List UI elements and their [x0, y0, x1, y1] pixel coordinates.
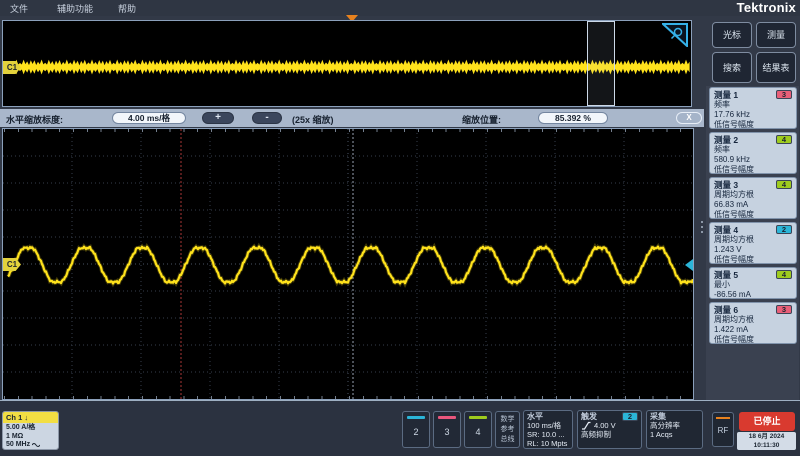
bottom-bar: Ch 1 ↓ 5.00 A/格 1 MΩ 50 MHz 2 3 4 数学 参考 … — [0, 400, 800, 456]
menu-file[interactable]: 文件 — [10, 2, 28, 15]
record-length: RL: 10 Mpts — [527, 439, 569, 448]
time: 10:11:30 — [737, 442, 796, 451]
zoom-bar: 水平缩放标度: 4.00 ms/格 + - (25x 缩放) 缩放位置: 85.… — [0, 109, 704, 127]
graticule-and-waveform — [3, 129, 693, 399]
source-badge: 4 — [776, 270, 792, 279]
measure-button[interactable]: 测量 — [756, 22, 796, 48]
channel2-button[interactable]: 2 — [402, 411, 430, 448]
channel4-color-bar — [469, 416, 487, 419]
measurement-card-4[interactable]: 测量 4 2 周期均方根 1.243 V 低信号幅度 — [709, 222, 797, 264]
measurement-title: 测量 6 — [714, 304, 738, 316]
measurement-type: 频率 — [714, 100, 792, 110]
measurement-title: 测量 5 — [714, 269, 738, 281]
search-button[interactable]: 搜索 — [712, 52, 752, 83]
results-table-button[interactable]: 结果表 — [756, 52, 796, 83]
measurement-warning: 低信号幅度 — [714, 255, 792, 265]
zoom-out-button[interactable]: - — [252, 112, 282, 124]
measurement-warning: 低信号幅度 — [714, 335, 792, 345]
channel2-color-bar — [407, 416, 425, 419]
math-ref-bus-button[interactable]: 数学 参考 总线 — [495, 411, 520, 448]
trigger-level-marker — [685, 259, 693, 271]
zoom-position-label: 缩放位置: — [462, 113, 501, 126]
channel1-bandwidth: 50 MHz — [6, 441, 30, 450]
horizontal-panel[interactable]: 水平 100 ms/格 SR: 10.0 ... RL: 10 Mpts — [523, 410, 573, 449]
cursor-button[interactable]: 光标 — [712, 22, 752, 48]
channel1-scale: 5.00 A/格 — [6, 424, 55, 433]
measurement-type: 频率 — [714, 145, 792, 155]
acquisition-panel[interactable]: 采集 高分辨率 1 Acqs — [646, 410, 703, 449]
channel1-settings: 5.00 A/格 1 MΩ 50 MHz — [3, 423, 58, 450]
zoom-position-value[interactable]: 85.392 % — [538, 112, 608, 124]
channel3-color-bar — [438, 416, 456, 419]
channel2-label: 2 — [403, 427, 429, 437]
measurement-value: 66.83 mA — [714, 200, 792, 210]
zoom-factor-label: (25x 缩放) — [292, 113, 334, 126]
menu-utility[interactable]: 辅助功能 — [57, 2, 93, 15]
trigger-panel[interactable]: 触发2 4.00 V 高频抑制 — [577, 410, 642, 449]
measurement-card-2[interactable]: 测量 2 4 频率 580.9 kHz 低信号幅度 — [709, 132, 797, 174]
measurement-title: 测量 2 — [714, 134, 738, 146]
measurement-card-3[interactable]: 测量 3 4 周期均方根 66.83 mA 低信号幅度 — [709, 177, 797, 219]
measurement-value: -86.56 mA — [714, 290, 792, 300]
date: 18 6月 2024 — [737, 433, 796, 442]
source-badge: 4 — [776, 135, 792, 144]
measurement-title: 测量 4 — [714, 224, 738, 236]
trigger-source-badge: 2 — [622, 412, 638, 421]
measurement-card-1[interactable]: 测量 1 3 频率 17.76 kHz 低信号幅度 — [709, 87, 797, 129]
acquisition-count: 1 Acqs — [650, 430, 699, 439]
channel1-badge[interactable]: Ch 1 ↓ 5.00 A/格 1 MΩ 50 MHz — [2, 411, 59, 450]
zoom-selection-box[interactable] — [587, 21, 615, 106]
horizontal-scale: 100 ms/格 — [527, 421, 569, 430]
waveform-overview: C1 — [2, 20, 692, 107]
zoom-close-button[interactable]: X — [676, 112, 702, 124]
measurement-warning: 低信号幅度 — [714, 210, 792, 220]
measurement-warning: 低信号幅度 — [714, 165, 792, 175]
trigger-level: 4.00 V — [594, 421, 616, 430]
results-scroll-handle[interactable] — [700, 221, 704, 236]
menu-bar: 文件 辅助功能 帮助 Tektronix — [0, 0, 800, 16]
bandwidth-icon — [32, 442, 40, 448]
top-ticks — [4, 129, 692, 132]
measurement-type: 周期均方根 — [714, 315, 792, 325]
channel4-label: 4 — [465, 427, 491, 437]
source-badge: 3 — [776, 90, 792, 99]
sample-rate: SR: 10.0 ... — [527, 430, 569, 439]
rising-edge-icon — [581, 421, 591, 430]
measurement-warning: 低信号幅度 — [714, 120, 792, 130]
channel1-impedance: 1 MΩ — [6, 433, 55, 442]
magnifier-icon[interactable] — [662, 23, 688, 47]
measurement-type: 最小 — [714, 280, 792, 290]
measurement-card-5[interactable]: 测量 5 4 最小 -86.56 mA — [709, 267, 797, 299]
channel3-label: 3 — [434, 427, 460, 437]
main-display: C1 — [2, 128, 694, 400]
source-badge: 2 — [776, 225, 792, 234]
bottom-ticks — [4, 396, 692, 399]
source-badge: 4 — [776, 180, 792, 189]
trigger-coupling: 高频抑制 — [581, 430, 638, 439]
measurement-type: 周期均方根 — [714, 235, 792, 245]
measurement-value: 17.76 kHz — [714, 110, 792, 120]
oscilloscope-screen: 文件 辅助功能 帮助 Tektronix C1 水平缩放标度: 4.00 ms/… — [0, 0, 800, 456]
measurement-type: 周期均方根 — [714, 190, 792, 200]
measurement-card-6[interactable]: 测量 6 3 周期均方根 1.422 mA 低信号幅度 — [709, 302, 797, 344]
tektronix-logo: Tektronix — [737, 0, 796, 15]
zoom-scale-value[interactable]: 4.00 ms/格 — [112, 112, 186, 124]
measurement-value: 580.9 kHz — [714, 155, 792, 165]
acquisition-mode: 高分辨率 — [650, 421, 699, 430]
zoom-in-button[interactable]: + — [202, 112, 234, 124]
run-stop-button[interactable]: 已停止 — [739, 412, 795, 431]
zoom-scale-label: 水平缩放标度: — [6, 113, 63, 126]
rf-color-bar — [716, 417, 730, 419]
channel4-button[interactable]: 4 — [464, 411, 492, 448]
channel1-header: Ch 1 ↓ — [3, 412, 58, 423]
measurement-value: 1.243 V — [714, 245, 792, 255]
measurement-title: 测量 3 — [714, 179, 738, 191]
measurement-title: 测量 1 — [714, 89, 738, 101]
menu-help[interactable]: 帮助 — [118, 2, 136, 15]
datetime-display[interactable]: 18 6月 2024 10:11:30 — [737, 432, 796, 450]
rf-button[interactable]: RF — [712, 412, 734, 447]
channel3-button[interactable]: 3 — [433, 411, 461, 448]
source-badge: 3 — [776, 305, 792, 314]
measurement-value: 1.422 mA — [714, 325, 792, 335]
